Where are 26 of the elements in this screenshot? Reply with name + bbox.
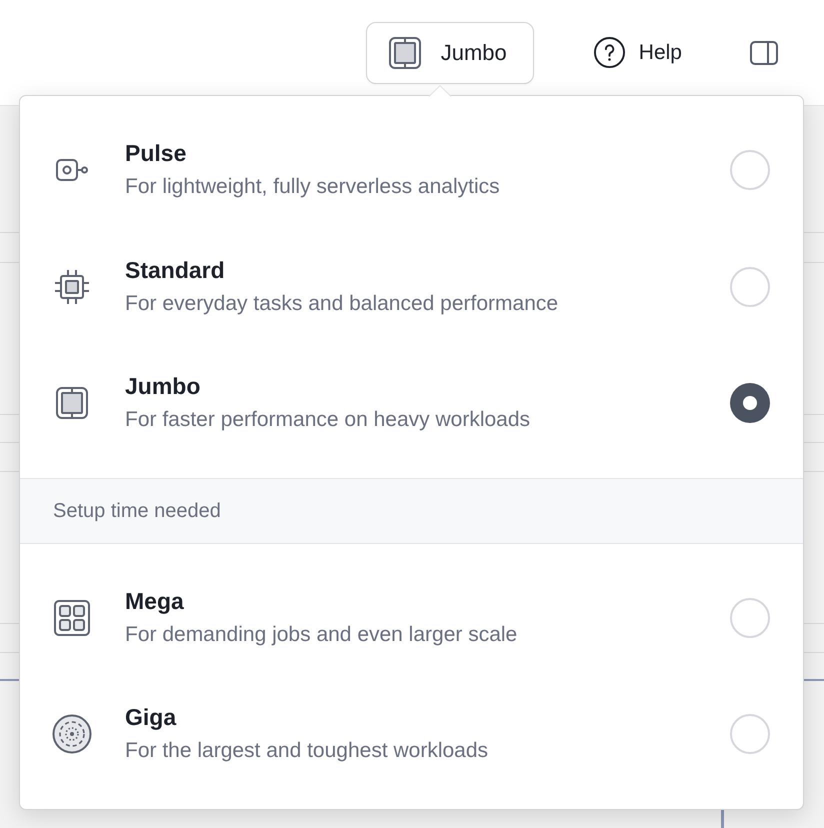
plan-description: For everyday tasks and balanced performance <box>125 290 560 317</box>
plan-description: For the largest and toughest workloads <box>125 738 490 764</box>
chip-icon <box>56 387 88 420</box>
plan-description: For faster performance on heavy workloads <box>125 407 532 434</box>
plan-description: For lightweight, fully serverless analytics <box>125 174 501 200</box>
help-button[interactable]: Help <box>594 36 682 68</box>
plan-name: Pulse <box>125 139 188 168</box>
radio-button[interactable] <box>730 266 770 307</box>
disc-icon <box>52 714 92 754</box>
radio-button[interactable] <box>730 714 770 754</box>
grid-icon <box>54 600 90 636</box>
plan-name: Standard <box>125 256 226 285</box>
node-icon <box>56 159 88 182</box>
plan-button[interactable]: Jumbo <box>366 22 534 84</box>
radio-button[interactable] <box>730 598 770 638</box>
chip-icon <box>388 36 421 68</box>
section-header: Setup time needed <box>20 478 803 544</box>
plan-name: Jumbo <box>125 372 202 402</box>
radio-button[interactable] <box>730 383 770 424</box>
chip-icon <box>54 268 90 305</box>
sidebar-toggle-icon[interactable] <box>750 40 778 64</box>
radio-button[interactable] <box>730 150 770 190</box>
plan-description: For demanding jobs and even larger scale <box>125 622 518 648</box>
plan-name: Giga <box>125 703 178 732</box>
plan-name: Mega <box>125 586 185 616</box>
help-icon <box>594 37 625 68</box>
